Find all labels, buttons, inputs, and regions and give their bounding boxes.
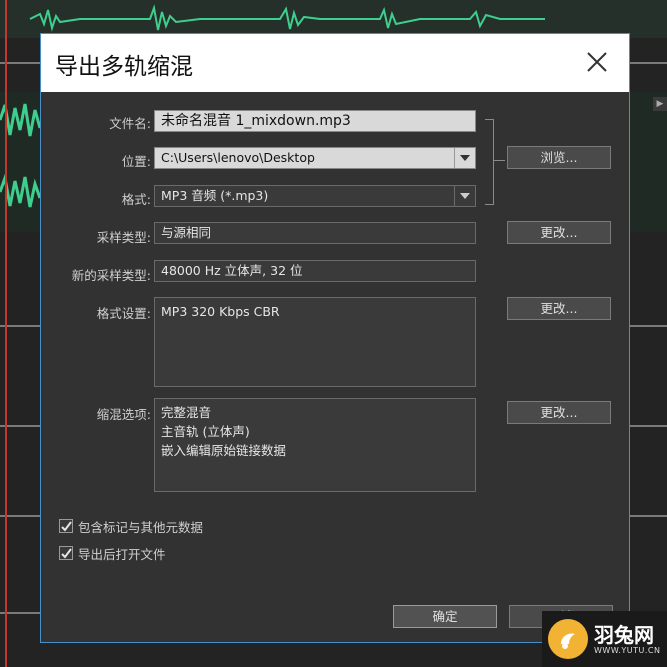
open-after-export-label: 导出后打开文件 (78, 546, 166, 562)
checkmark-icon (60, 520, 72, 532)
open-after-export-checkbox[interactable] (59, 546, 73, 560)
open-after-export-checkbox-row[interactable]: 导出后打开文件 (59, 544, 166, 562)
file-name-label: 文件名: (109, 116, 151, 131)
watermark-name: 羽兔网 (594, 622, 654, 647)
yutu-logo-icon (548, 619, 588, 659)
location-select[interactable]: C:\Users\lenovo\Desktop (154, 147, 476, 169)
sample-type-value: 与源相同 (154, 222, 476, 244)
location-value: C:\Users\lenovo\Desktop (161, 150, 315, 165)
mixdown-options-label: 缩混选项: (96, 407, 151, 422)
close-icon (587, 52, 607, 72)
format-select[interactable]: MP3 音频 (*.mp3) (154, 185, 476, 207)
chevron-down-icon[interactable] (454, 186, 475, 206)
format-label: 格式: (121, 192, 151, 207)
sample-type-change-button[interactable]: 更改... (507, 221, 611, 244)
format-value: MP3 音频 (*.mp3) (161, 188, 269, 203)
file-name-input[interactable]: 未命名混音 1_mixdown.mp3 (154, 110, 476, 132)
mixdown-options-change-button[interactable]: 更改... (507, 401, 611, 424)
export-multitrack-mixdown-dialog: 导出多轨缩混 文件名: 未命名混音 1_mixdown.mp3 位置: C:\U… (40, 33, 630, 643)
include-markers-label: 包含标记与其他元数据 (78, 519, 204, 535)
yutu-watermark: 羽兔网 WWW.YUTU.CN (542, 611, 667, 667)
new-sample-type-value: 48000 Hz 立体声, 32 位 (154, 260, 476, 282)
browse-button[interactable]: 浏览... (507, 146, 611, 169)
location-label: 位置: (121, 154, 151, 169)
checkmark-icon (60, 547, 72, 559)
format-settings-box: MP3 320 Kbps CBR (154, 297, 476, 387)
playhead-cursor[interactable] (5, 0, 7, 667)
include-markers-checkbox[interactable] (59, 519, 73, 533)
chevron-down-icon[interactable] (454, 148, 475, 168)
waveform-track-1 (29, 4, 545, 32)
scroll-arrow-icon[interactable]: ▶ (653, 97, 667, 111)
dialog-titlebar: 导出多轨缩混 (41, 34, 629, 92)
location-bracket (485, 119, 494, 205)
close-button[interactable] (583, 48, 611, 76)
include-markers-checkbox-row[interactable]: 包含标记与其他元数据 (59, 517, 203, 535)
watermark-url: WWW.YUTU.CN (594, 645, 661, 655)
mixdown-option-line: 嵌入编辑原始链接数据 (161, 443, 287, 458)
format-settings-label: 格式设置: (96, 306, 151, 321)
sample-type-label: 采样类型: (96, 230, 151, 245)
mixdown-options-box: 完整混音 主音轨 (立体声) 嵌入编辑原始链接数据 (154, 398, 476, 492)
location-bracket-tick (493, 160, 505, 161)
mixdown-option-line: 完整混音 (161, 405, 212, 420)
ok-button[interactable]: 确定 (393, 605, 497, 628)
format-settings-change-button[interactable]: 更改... (507, 297, 611, 320)
mixdown-option-line: 主音轨 (立体声) (161, 424, 250, 439)
dialog-title: 导出多轨缩混 (55, 54, 193, 80)
new-sample-type-label: 新的采样类型: (71, 268, 151, 283)
